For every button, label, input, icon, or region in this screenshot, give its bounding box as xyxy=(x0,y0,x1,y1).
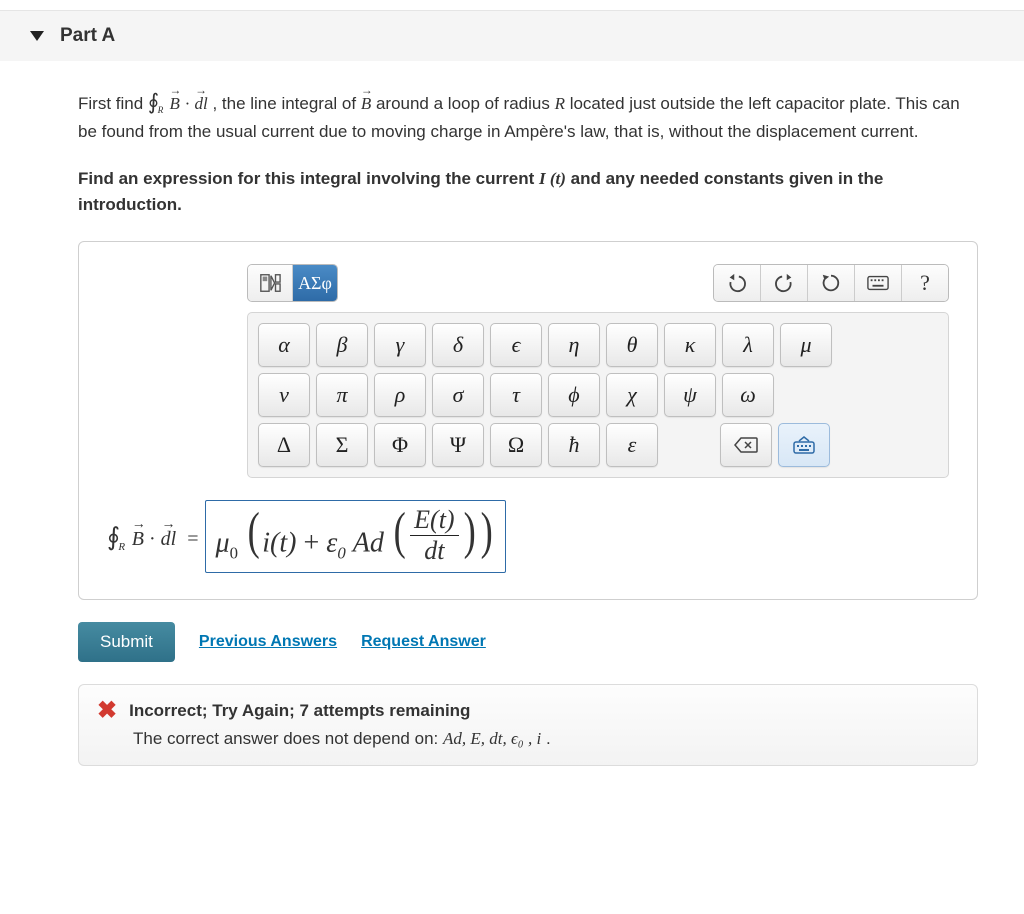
submit-button[interactable]: Submit xyxy=(78,622,175,662)
greek-key-θ[interactable]: θ xyxy=(606,323,658,367)
undo-icon xyxy=(726,272,748,294)
B-vector: B xyxy=(169,91,179,117)
text: First find xyxy=(78,94,148,113)
greek-key-ψ[interactable]: ψ xyxy=(664,373,716,417)
collapse-keyboard-key[interactable] xyxy=(778,423,830,467)
problem-statement: First find ∮R B · dl , the line integral… xyxy=(78,87,978,144)
greek-key-κ[interactable]: κ xyxy=(664,323,716,367)
greek-key-α[interactable]: α xyxy=(258,323,310,367)
answer-line: ∮R B · dl = μ0 ( i(t) + ε0 Ad ( xyxy=(107,500,949,573)
feedback-line1: Incorrect; Try Again; 7 attempts remaini… xyxy=(129,701,470,721)
answer-lhs: ∮R B · dl = xyxy=(107,522,205,552)
answer-editor: ΑΣφ xyxy=(78,241,978,600)
instruction: Find an expression for this integral inv… xyxy=(78,166,978,217)
part-label: Part A xyxy=(60,25,115,47)
keyboard-icon xyxy=(867,272,889,294)
greek-key-ħ[interactable]: ħ xyxy=(548,423,600,467)
templates-toggle[interactable] xyxy=(248,265,293,301)
undo-button[interactable] xyxy=(714,265,761,301)
greek-key-χ[interactable]: χ xyxy=(606,373,658,417)
greek-row-2: νπρστϕχψω xyxy=(258,373,938,417)
greek-key-τ[interactable]: τ xyxy=(490,373,542,417)
greek-key-ε[interactable]: ε xyxy=(606,423,658,467)
greek-key-ϕ[interactable]: ϕ xyxy=(548,373,600,417)
part-header[interactable]: Part A xyxy=(0,11,1024,61)
text: Find an expression for this integral inv… xyxy=(78,169,539,188)
chevron-down-icon xyxy=(30,31,44,41)
greek-row-1: αβγδϵηθκλμ xyxy=(258,323,938,367)
templates-icon xyxy=(259,272,281,294)
incorrect-icon: ✖ xyxy=(97,699,117,723)
greek-key-η[interactable]: η xyxy=(548,323,600,367)
greek-key-Δ[interactable]: Δ xyxy=(258,423,310,467)
previous-answers-link[interactable]: Previous Answers xyxy=(199,633,337,651)
greek-keyboard: αβγδϵηθκλμ νπρστϕχψω ΔΣΦΨΩħε xyxy=(247,312,949,478)
greek-key-Ψ[interactable]: Ψ xyxy=(432,423,484,467)
request-answer-link[interactable]: Request Answer xyxy=(361,633,486,651)
greek-key-Ω[interactable]: Ω xyxy=(490,423,542,467)
collapse-keyboard-icon xyxy=(792,435,816,455)
backspace-key[interactable] xyxy=(720,423,772,467)
answer-input[interactable]: μ0 ( i(t) + ε0 Ad ( E(t) dt xyxy=(205,500,507,573)
greek-toggle-label: ΑΣφ xyxy=(298,273,332,294)
greek-key-γ[interactable]: γ xyxy=(374,323,426,367)
editor-toolbar: ΑΣφ xyxy=(247,264,949,302)
R-var: R xyxy=(555,94,565,113)
reset-button[interactable] xyxy=(808,265,855,301)
feedback-line2: The correct answer does not depend on: A… xyxy=(133,729,959,749)
greek-key-ω[interactable]: ω xyxy=(722,373,774,417)
reset-icon xyxy=(820,272,842,294)
greek-key-λ[interactable]: λ xyxy=(722,323,774,367)
feedback-box: ✖ Incorrect; Try Again; 7 attempts remai… xyxy=(78,684,978,766)
actions-row: Submit Previous Answers Request Answer xyxy=(78,622,978,662)
B-vector-2: B xyxy=(361,91,371,117)
redo-button[interactable] xyxy=(761,265,808,301)
greek-key-ρ[interactable]: ρ xyxy=(374,373,426,417)
greek-key-δ[interactable]: δ xyxy=(432,323,484,367)
greek-key-ϵ[interactable]: ϵ xyxy=(490,323,542,367)
redo-icon xyxy=(773,272,795,294)
dl-vector: dl xyxy=(194,91,207,117)
backspace-icon xyxy=(734,437,758,453)
keyboard-button[interactable] xyxy=(855,265,902,301)
greek-key-Φ[interactable]: Φ xyxy=(374,423,426,467)
greek-key-σ[interactable]: σ xyxy=(432,373,484,417)
greek-key-β[interactable]: β xyxy=(316,323,368,367)
greek-key-μ[interactable]: μ xyxy=(780,323,832,367)
greek-row-3: ΔΣΦΨΩħε xyxy=(258,423,938,467)
help-button[interactable]: ? xyxy=(902,265,948,301)
oint-expr: ∮R xyxy=(148,87,165,119)
greek-key-Σ[interactable]: Σ xyxy=(316,423,368,467)
greek-key-ν[interactable]: ν xyxy=(258,373,310,417)
I-of-t: I (t) xyxy=(539,169,566,188)
text: around a loop of radius xyxy=(376,94,555,113)
text: , the line integral of xyxy=(212,94,360,113)
greek-toggle[interactable]: ΑΣφ xyxy=(293,265,337,301)
greek-key-π[interactable]: π xyxy=(316,373,368,417)
